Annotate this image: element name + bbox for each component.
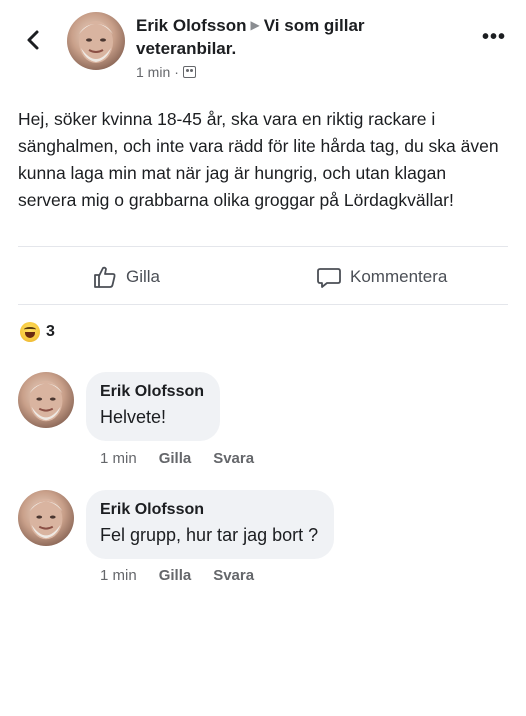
post-meta: 1 min · xyxy=(136,64,196,80)
haha-emoji-icon xyxy=(20,322,40,342)
comment-bubble: Erik Olofsson Helvete! xyxy=(86,372,221,441)
thumbs-up-icon xyxy=(94,266,116,288)
comment-author[interactable]: Erik Olofsson xyxy=(100,382,204,402)
comment-reply-button[interactable]: Svara xyxy=(213,567,254,584)
comment-icon xyxy=(317,268,341,288)
like-button[interactable]: Gilla xyxy=(92,262,160,292)
comment-bubble: Erik Olofsson Fel grupp, hur tar jag bor… xyxy=(86,490,335,559)
post-page: Erik Olofsson ▶ Vi som gillar veteranbilar… xyxy=(0,0,526,716)
comment-avatar[interactable] xyxy=(18,372,74,428)
comment-time[interactable]: 1 min xyxy=(100,567,137,584)
comment-text: Helvete! xyxy=(100,407,167,427)
like-label: Gilla xyxy=(126,267,161,286)
back-icon[interactable] xyxy=(22,28,46,52)
comment-label: Kommentera xyxy=(350,267,448,286)
comment-meta: 1 min Gilla Svara xyxy=(100,450,254,467)
divider xyxy=(18,246,508,247)
comment-author[interactable]: Erik Olofsson xyxy=(100,500,318,520)
arrow-right-icon: ▶ xyxy=(250,18,260,32)
post-text: Hej, söker kvinna 18-45 år, ska vara en … xyxy=(18,109,499,210)
comment-reply-button[interactable]: Svara xyxy=(213,450,254,467)
more-options-icon[interactable]: ••• xyxy=(482,27,506,47)
author-name[interactable]: Erik Olofsson xyxy=(136,16,247,35)
group-icon xyxy=(182,66,196,78)
comment-time[interactable]: 1 min xyxy=(100,450,137,467)
meta-separator: · xyxy=(174,64,179,80)
avatar[interactable] xyxy=(67,12,125,70)
comment-text: Fel grupp, hur tar jag bort ? xyxy=(100,525,319,545)
post-header-title: Erik Olofsson ▶ Vi som gillar veteranbilar… xyxy=(136,14,456,60)
divider xyxy=(18,304,508,305)
comment-button[interactable]: Kommentera xyxy=(316,262,447,292)
reaction-count: 3 xyxy=(46,323,55,340)
comment-like-button[interactable]: Gilla xyxy=(159,567,192,584)
reactions-summary[interactable]: 3 xyxy=(20,322,55,342)
post-time[interactable]: 1 min xyxy=(136,64,170,80)
comment-avatar[interactable] xyxy=(18,490,74,546)
comment-like-button[interactable]: Gilla xyxy=(159,450,192,467)
comment-meta: 1 min Gilla Svara xyxy=(100,567,254,584)
